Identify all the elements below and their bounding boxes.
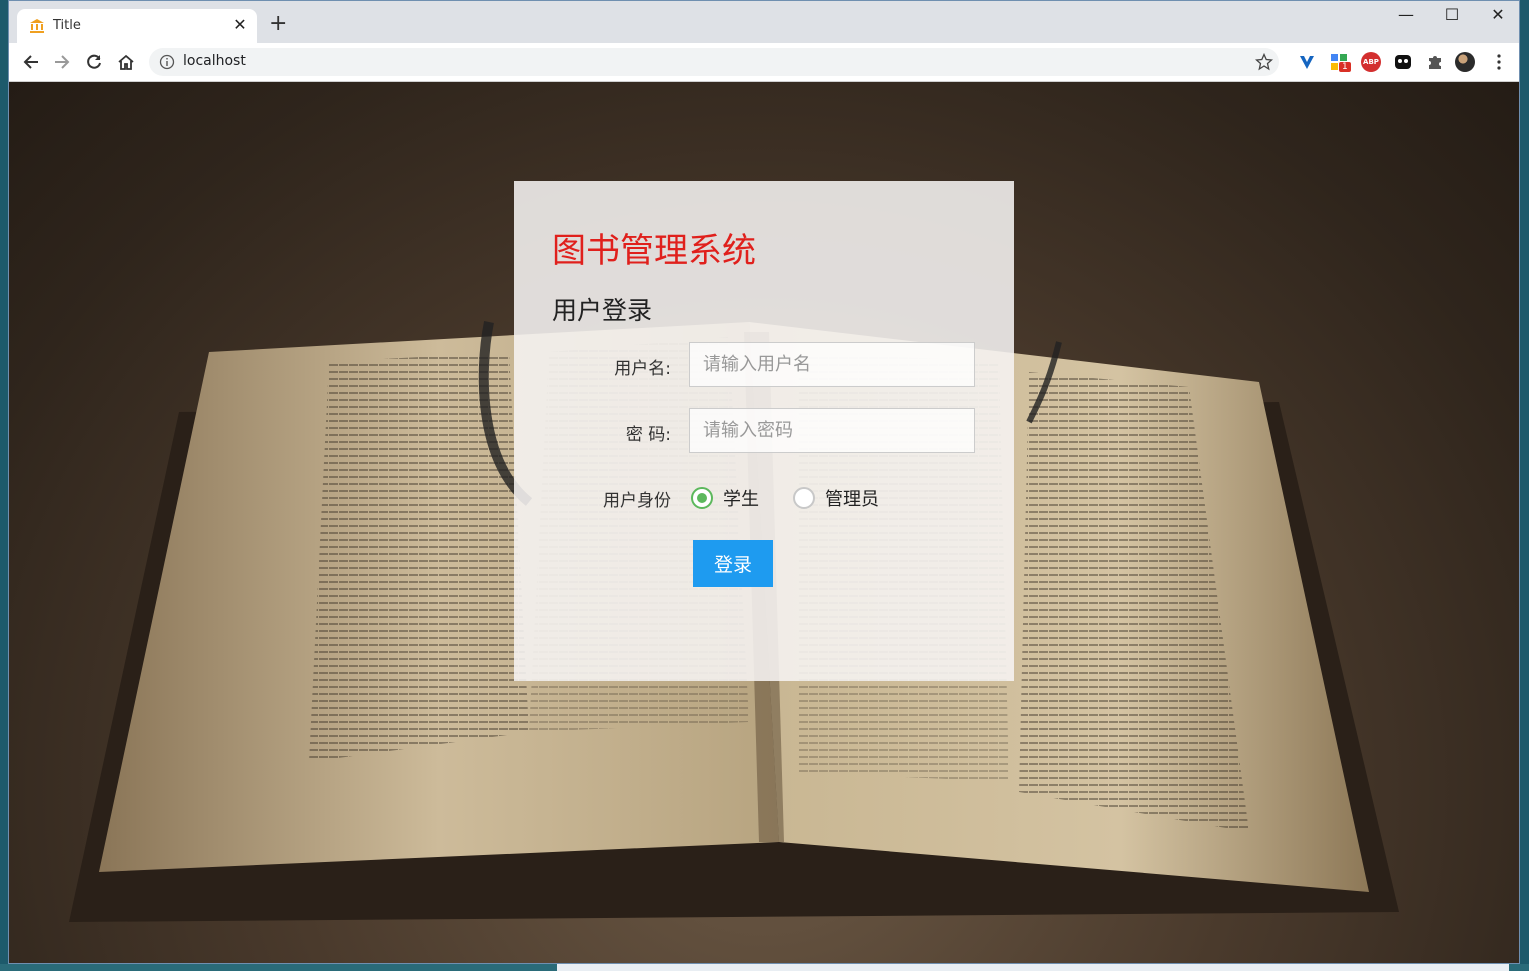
back-arrow-icon bbox=[23, 55, 38, 69]
info-icon[interactable] bbox=[159, 54, 175, 70]
taskbar-strip bbox=[0, 964, 1529, 971]
system-title: 图书管理系统 bbox=[552, 232, 756, 270]
reload-icon bbox=[87, 54, 101, 69]
ghost-extension-icon[interactable] bbox=[1393, 52, 1413, 72]
password-input[interactable] bbox=[689, 408, 975, 453]
menu-icon[interactable] bbox=[1489, 52, 1509, 72]
password-label: 密 码: bbox=[625, 425, 671, 445]
home-button[interactable] bbox=[114, 50, 138, 74]
forward-button[interactable] bbox=[50, 50, 74, 74]
radio-unselected-icon[interactable] bbox=[793, 487, 815, 509]
tab-strip: Title ✕ + — ☐ ✕ bbox=[9, 1, 1519, 43]
login-button[interactable]: 登录 bbox=[693, 540, 773, 587]
home-icon bbox=[118, 54, 134, 70]
adblock-icon[interactable]: ABP bbox=[1361, 52, 1381, 72]
page-content: 图书管理系统 用户登录 用户名: 密 码: 用户身份 学生 管理员 登录 bbox=[9, 82, 1519, 963]
background-window-edge bbox=[557, 964, 1509, 971]
bookmark-star-icon[interactable] bbox=[1255, 53, 1273, 71]
reload-button[interactable] bbox=[82, 50, 106, 74]
extension-badge-icon[interactable]: 1 bbox=[1329, 52, 1351, 72]
role-admin-radio[interactable]: 管理员 bbox=[793, 485, 879, 511]
back-button[interactable] bbox=[19, 50, 43, 74]
tab-title[interactable]: Title ✕ bbox=[17, 9, 257, 43]
new-tab-button[interactable]: + bbox=[269, 13, 287, 35]
username-label: 用户名: bbox=[614, 359, 671, 379]
puzzle-extensions-icon[interactable] bbox=[1425, 52, 1445, 72]
maximize-button[interactable]: ☐ bbox=[1437, 5, 1467, 24]
forward-arrow-icon bbox=[55, 55, 70, 69]
window-close-button[interactable]: ✕ bbox=[1483, 5, 1513, 24]
vpn-extension-icon[interactable] bbox=[1297, 52, 1317, 72]
browser-window: Title ✕ + — ☐ ✕ localhost 1 ABP 图书管理系统 用… bbox=[8, 0, 1520, 964]
address-bar[interactable]: localhost bbox=[149, 48, 1279, 76]
url-text[interactable]: localhost bbox=[183, 53, 246, 69]
radio-selected-icon[interactable] bbox=[691, 487, 713, 509]
role-student-label: 学生 bbox=[723, 489, 759, 510]
login-subtitle: 用户登录 bbox=[552, 297, 653, 325]
role-student-radio[interactable]: 学生 bbox=[691, 485, 759, 511]
extension-badge-count: 1 bbox=[1339, 62, 1351, 72]
library-favicon-icon bbox=[30, 19, 44, 33]
tab-close-icon[interactable]: ✕ bbox=[231, 15, 249, 34]
role-label: 用户身份 bbox=[603, 491, 671, 511]
tab-title-text: Title bbox=[53, 18, 81, 33]
browser-toolbar: localhost 1 ABP bbox=[9, 43, 1519, 82]
username-input[interactable] bbox=[689, 342, 975, 387]
login-card: 图书管理系统 用户登录 用户名: 密 码: 用户身份 学生 管理员 登录 bbox=[514, 181, 1014, 681]
minimize-button[interactable]: — bbox=[1391, 5, 1421, 24]
role-admin-label: 管理员 bbox=[825, 489, 879, 510]
profile-avatar[interactable] bbox=[1455, 52, 1475, 72]
